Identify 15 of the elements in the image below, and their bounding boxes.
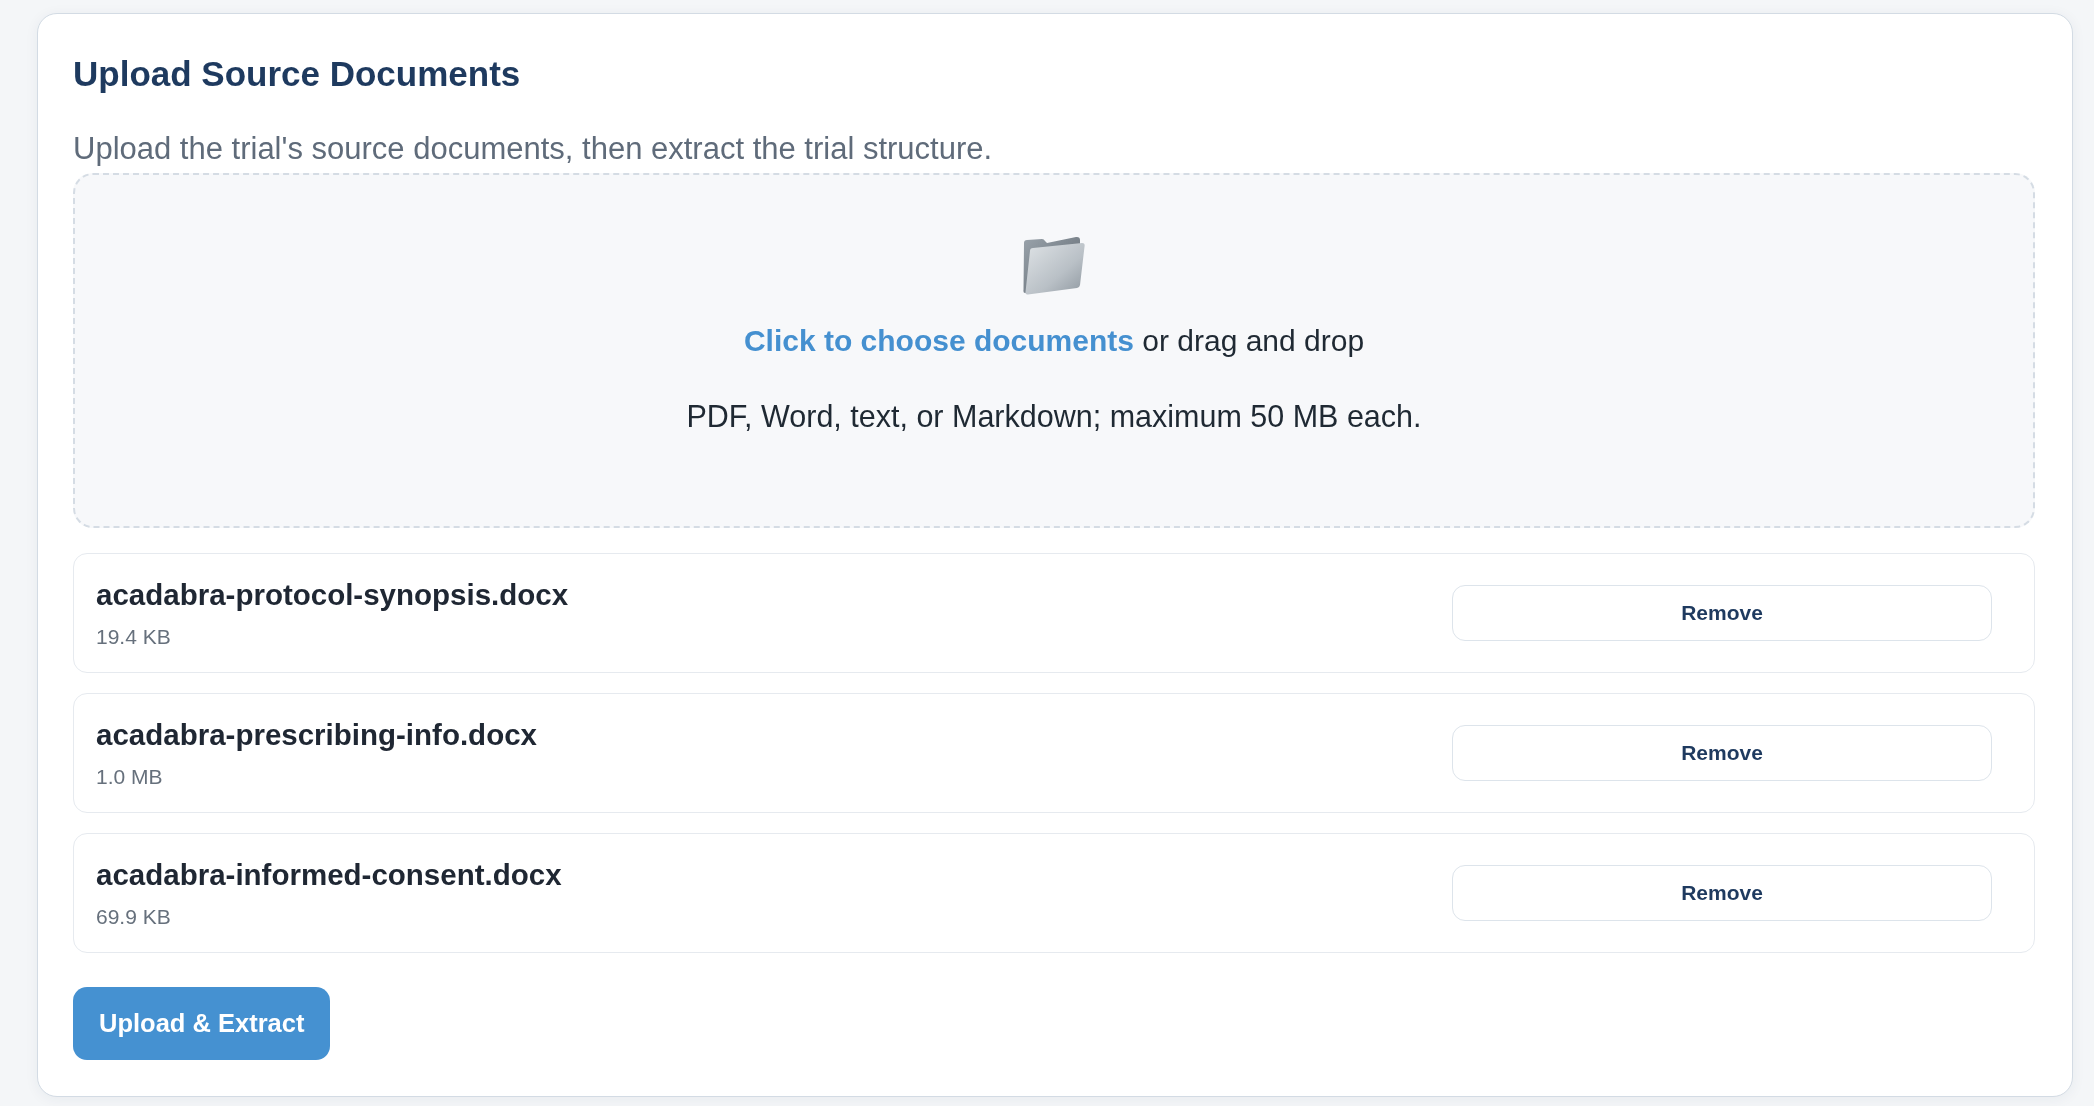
dropzone-hint: PDF, Word, text, or Markdown; maximum 50 MB each. — [686, 398, 1422, 434]
dropzone-prompt: Click to choose documents or drag and drop — [743, 323, 1365, 359]
file-name: acadabra-prescribing-info.docx — [96, 718, 537, 752]
dropzone[interactable]: Click to choose documents or drag and drop PDF, Word, text, or Markdown; maximum 50 MB each. — [73, 173, 2035, 528]
file-size: 69.9 KB — [96, 904, 171, 930]
remove-button[interactable]: Remove — [1452, 725, 1992, 781]
file-name: acadabra-protocol-synopsis.docx — [96, 578, 569, 612]
remove-button[interactable]: Remove — [1452, 585, 1992, 641]
file-size: 1.0 MB — [96, 764, 163, 790]
folder-icon — [1022, 235, 1086, 295]
file-size: 19.4 KB — [96, 624, 171, 650]
file-name: acadabra-informed-consent.docx — [96, 858, 562, 892]
remove-button[interactable]: Remove — [1452, 865, 1992, 921]
card-title: Upload Source Documents — [73, 53, 521, 95]
card-description: Upload the trial's source documents, then extract the trial structure. — [73, 131, 993, 167]
